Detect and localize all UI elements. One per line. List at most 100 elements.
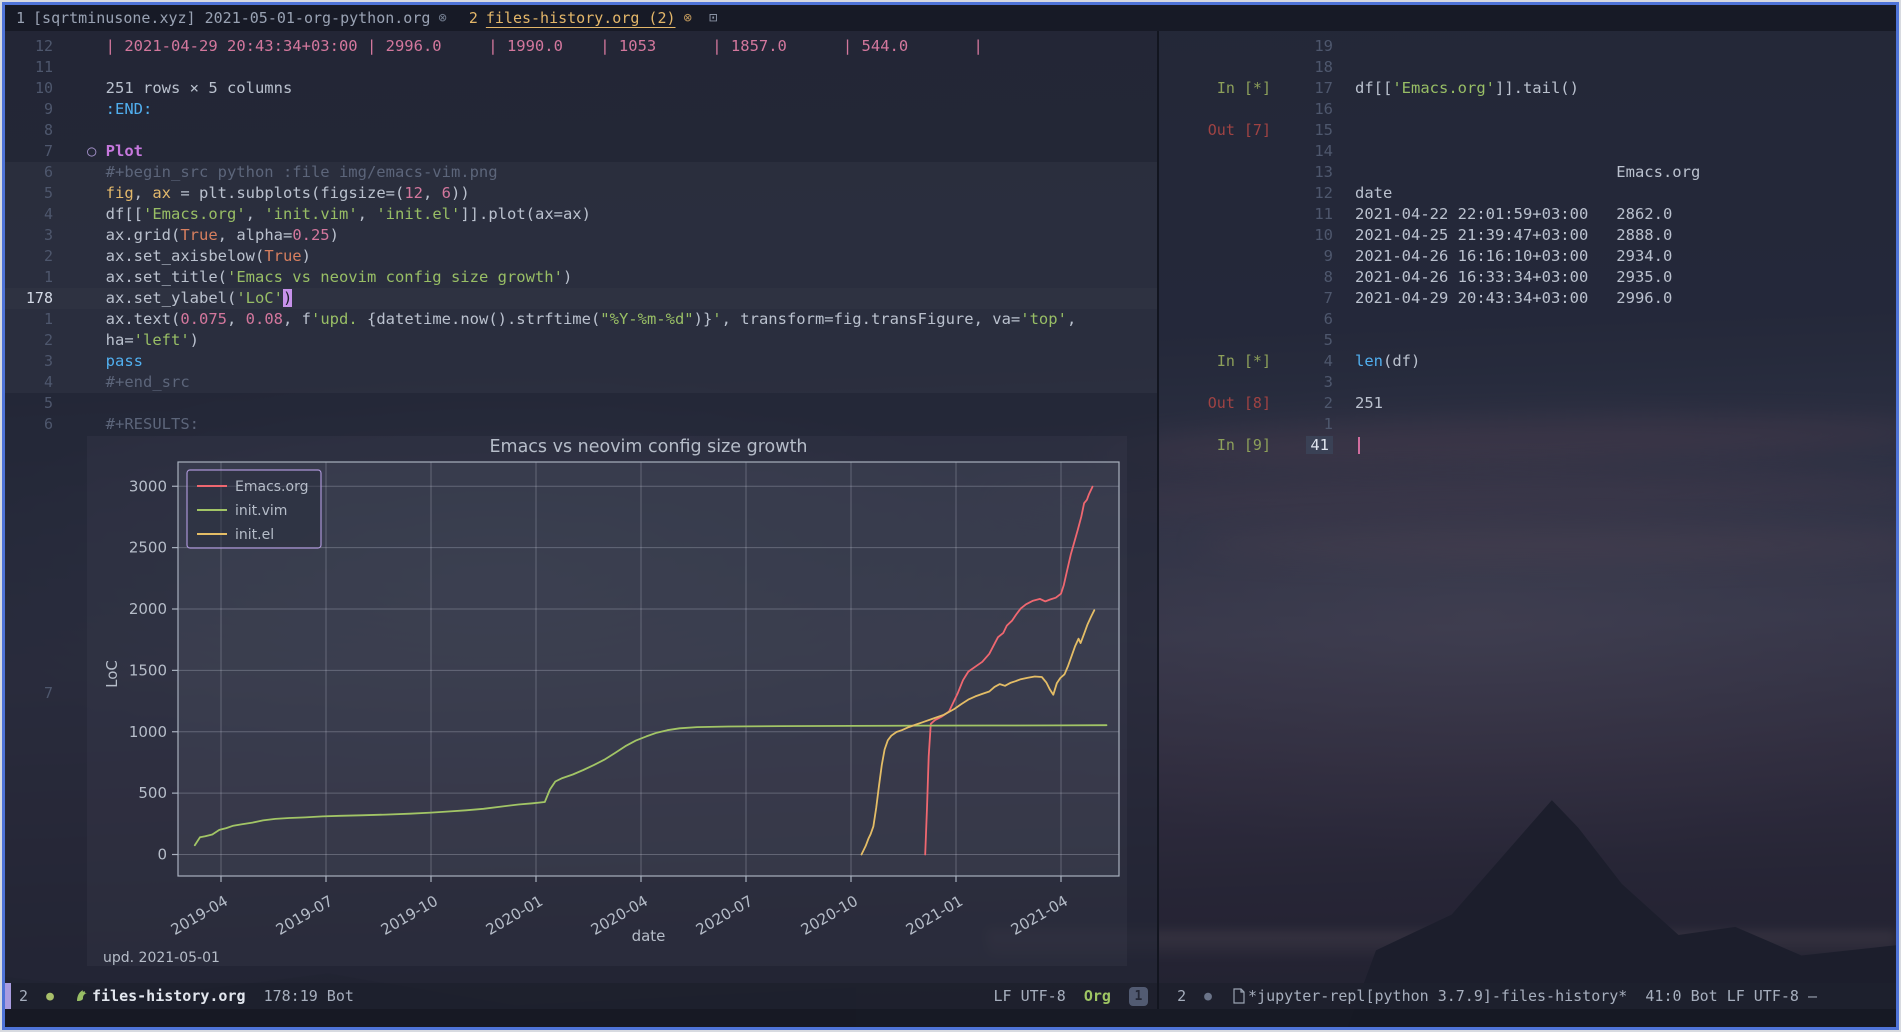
line-number: 9 (1277, 246, 1333, 267)
cursor-position: 178:19 (264, 987, 318, 1005)
y-tick-label: 2000 (129, 600, 167, 618)
repl-out-prompt: Out [8] (1159, 393, 1271, 414)
line-number: 14 (1277, 141, 1333, 162)
line-number: 12 (1277, 183, 1333, 204)
cursor-position: 41:0 (1645, 987, 1681, 1005)
line-content: 2021-04-25 21:39:47+03:00 2888.0 (1355, 225, 1672, 246)
buffer-line: 12 | 2021-04-29 20:43:34+03:00 | 2996.0 … (5, 36, 1157, 57)
buffer-line: 7 ○ Plot (5, 141, 1157, 162)
jupyter-repl-pane[interactable]: 1918In [*]17df[['Emacs.org']].tail()16Ou… (1159, 31, 1896, 983)
repl-line: In [*]17df[['Emacs.org']].tail() (1159, 78, 1896, 99)
repl-line: 14 (1159, 141, 1896, 162)
new-tab-icon[interactable]: ⊡ (703, 5, 723, 31)
line-content: len(df) (1355, 351, 1420, 372)
repl-in-prompt: In [*] (1159, 351, 1271, 372)
line-number: 4 (5, 204, 53, 225)
tab-org-python[interactable]: 1[sqrtminusone.xyz] 2021-05-01-org-pytho… (5, 5, 458, 31)
line-number: 7 (5, 141, 53, 162)
line-content: #+begin_src python :file img/emacs-vim.p… (87, 162, 498, 183)
line-content: ha='left') (87, 330, 199, 351)
line-number: 4 (5, 372, 53, 393)
text-cursor: ) (283, 289, 292, 307)
buffer-name: *jupyter-repl[python 3.7.9]-files-histor… (1248, 987, 1627, 1005)
line-number: 16 (1277, 99, 1333, 120)
line-number: 6 (5, 162, 53, 183)
tab-bar: 1[sqrtminusone.xyz] 2021-05-01-org-pytho… (5, 5, 1896, 31)
chart-title: Emacs vs neovim config size growth (489, 437, 807, 457)
buffer-line: 5 (5, 393, 1157, 414)
eol-indicator: LF (1727, 987, 1745, 1005)
line-number: 1 (1277, 414, 1333, 435)
line-number: 178 (5, 288, 53, 309)
emacs-frame: 1[sqrtminusone.xyz] 2021-05-01-org-pytho… (0, 0, 1901, 1032)
major-mode: Org (1084, 987, 1111, 1005)
line-number: 2 (5, 330, 53, 351)
buffer-line: 3 ax.grid(True, alpha=0.25) (5, 225, 1157, 246)
frame-body: 1[sqrtminusone.xyz] 2021-05-01-org-pytho… (2, 2, 1899, 1030)
line-content: ax.set_ylabel('LoC') (87, 288, 292, 309)
repl-line: 16 (1159, 99, 1896, 120)
line-number: 9 (5, 99, 53, 120)
repl-line: In [*]4len(df) (1159, 351, 1896, 372)
tab-files-history[interactable]: 2files-history.org (2)⊗ (458, 5, 703, 31)
modified-indicator: ● (1204, 989, 1212, 1004)
line-number: 18 (1277, 57, 1333, 78)
line-content: #+end_src (87, 372, 190, 393)
line-content: ax.grid(True, alpha=0.25) (87, 225, 339, 246)
repl-line: 11 2021-04-22 22:01:59+03:00 2862.0 (1159, 204, 1896, 225)
y-tick-label: 1000 (129, 723, 167, 741)
line-content: 251 rows × 5 columns (87, 78, 292, 99)
tab-close-icon[interactable]: ⊗ (684, 10, 692, 26)
line-number: 10 (5, 78, 53, 99)
line-content: pass (87, 351, 143, 372)
buffer-line: 4 #+end_src (5, 372, 1157, 393)
buffer-line: 6 #+RESULTS: (5, 414, 1157, 435)
repl-line: 92021-04-26 16:16:10+03:00 2934.0 (1159, 246, 1896, 267)
echo-area[interactable] (5, 1009, 1896, 1027)
y-axis-label: LoC (103, 660, 121, 688)
updated-annotation: upd. 2021-05-01 (103, 950, 220, 966)
line-content: #+RESULTS: (87, 414, 199, 435)
eol-indicator: LF (994, 987, 1012, 1005)
line-number: 8 (5, 120, 53, 141)
modeline-trail: — (1808, 987, 1817, 1005)
line-content: 2021-04-22 22:01:59+03:00 2862.0 (1355, 204, 1672, 225)
buffer-line: 2 ax.set_axisbelow(True) (5, 246, 1157, 267)
org-buffer-pane[interactable]: 12 | 2021-04-29 20:43:34+03:00 | 2996.0 … (5, 31, 1157, 983)
line-number: 12 (5, 36, 53, 57)
repl-line: 19 (1159, 36, 1896, 57)
y-tick-label: 3000 (129, 477, 167, 495)
line-content: ○ Plot (87, 141, 143, 162)
line-number: 2 (1277, 393, 1333, 414)
line-number: 13 (1277, 162, 1333, 183)
tab-index: 2 (469, 9, 478, 27)
buffer-line: 3 pass (5, 351, 1157, 372)
modeline-org: 2 ● files-history.org 178:19 Bot LF UTF-… (5, 983, 1157, 1009)
buffer-line: 1 ax.set_title('Emacs vs neovim config s… (5, 267, 1157, 288)
line-content: ax.set_title('Emacs vs neovim config siz… (87, 267, 572, 288)
encoding-indicator: UTF-8 (1021, 987, 1066, 1005)
line-content: fig, ax = plt.subplots(figsize=(12, 6)) (87, 183, 470, 204)
y-tick-label: 2500 (129, 539, 167, 557)
line-number: 6 (1277, 309, 1333, 330)
window-number: 2 (19, 987, 28, 1005)
repl-line: In [9]41 (1159, 435, 1896, 456)
line-number: 1 (5, 309, 53, 330)
repl-line: Out [7]15 (1159, 120, 1896, 141)
line-number: 2 (5, 246, 53, 267)
repl-line: 72021-04-29 20:43:34+03:00 2996.0 (1159, 288, 1896, 309)
y-tick-label: 500 (138, 784, 167, 802)
buffer-line: 178 ax.set_ylabel('LoC') (5, 288, 1157, 309)
repl-line: 102021-04-25 21:39:47+03:00 2888.0 (1159, 225, 1896, 246)
buffer-line: 8 (5, 120, 1157, 141)
line-content: 251 (1355, 393, 1383, 414)
line-content: date (1355, 183, 1392, 204)
buffer-line: 6 #+begin_src python :file img/emacs-vim… (5, 162, 1157, 183)
repl-out-prompt: Out [7] (1159, 120, 1271, 141)
buffer-file-name: files-history.org (92, 987, 246, 1005)
line-number: 3 (1277, 372, 1333, 393)
tab-close-icon[interactable]: ⊗ (438, 10, 446, 26)
workspace-badge: 1 (1129, 987, 1148, 1006)
line-number: 17 (1277, 78, 1333, 99)
line-number: 11 (1277, 204, 1333, 225)
